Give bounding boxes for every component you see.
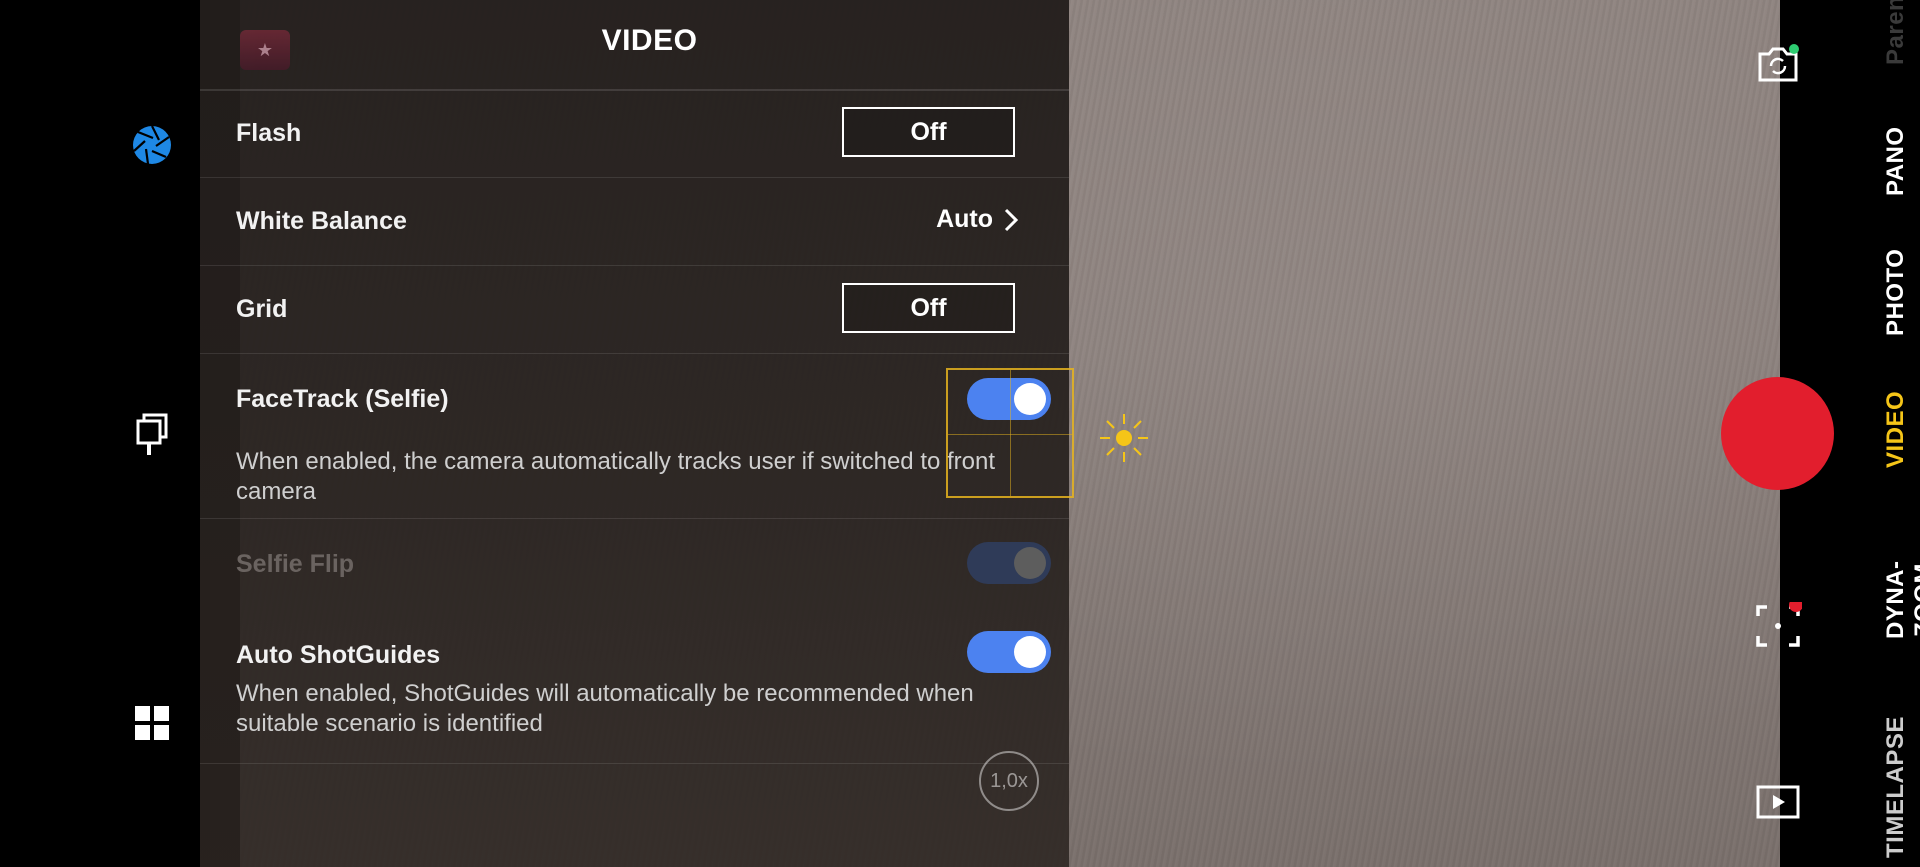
- grid-apps-icon[interactable]: [128, 699, 176, 747]
- selfie-stick-icon[interactable]: [128, 410, 176, 458]
- grid-label: Grid: [236, 295, 288, 323]
- scene-detect-icon[interactable]: [1754, 602, 1802, 650]
- white-balance-value-text: Auto: [936, 205, 993, 233]
- panel-header: ★ VIDEO: [200, 0, 1069, 91]
- facetrack-description: When enabled, the camera automatically t…: [236, 448, 996, 505]
- mode-video[interactable]: VIDEO: [1882, 391, 1910, 468]
- aperture-icon[interactable]: [128, 121, 176, 169]
- zoom-level-badge[interactable]: 1,0x: [979, 751, 1039, 811]
- facetrack-label: FaceTrack (Selfie): [236, 385, 449, 413]
- left-control-rail: [0, 0, 200, 867]
- white-balance-value[interactable]: Auto: [936, 205, 1019, 234]
- switch-camera-icon[interactable]: [1754, 40, 1802, 88]
- video-settings-panel: ★ VIDEO Flash Off White Balance Auto Gri…: [200, 0, 1069, 867]
- gallery-play-icon[interactable]: [1754, 779, 1802, 827]
- mode-paren[interactable]: Paren: [1882, 0, 1910, 65]
- mode-timelapse[interactable]: TIMELAPSE: [1882, 716, 1910, 858]
- panel-title: VIDEO: [601, 24, 698, 57]
- setting-row-facetrack: FaceTrack (Selfie) When enabled, the cam…: [200, 353, 1069, 519]
- setting-row-grid: Grid Off: [200, 265, 1069, 354]
- selfie-flip-toggle: [967, 542, 1051, 584]
- flash-label: Flash: [236, 119, 302, 147]
- focus-frame[interactable]: [946, 368, 1074, 498]
- flash-button[interactable]: Off: [842, 107, 1015, 157]
- setting-row-white-balance[interactable]: White Balance Auto: [200, 177, 1069, 266]
- white-balance-label: White Balance: [236, 207, 407, 235]
- mode-dyna-zoom[interactable]: DYNA-ZOOM: [1882, 530, 1920, 670]
- setting-row-selfie-flip: Selfie Flip: [200, 518, 1069, 609]
- chevron-right-icon: [1004, 208, 1019, 231]
- auto-shotguides-label: Auto ShotGuides: [236, 641, 441, 669]
- auto-shotguides-toggle[interactable]: [967, 631, 1051, 673]
- selfie-flip-label: Selfie Flip: [236, 550, 355, 578]
- grid-button[interactable]: Off: [842, 283, 1015, 333]
- auto-shotguides-description: When enabled, ShotGuides will automatica…: [236, 680, 974, 737]
- exposure-sun-icon[interactable]: [1096, 410, 1152, 466]
- record-button[interactable]: [1721, 377, 1834, 490]
- setting-row-auto-shotguides: Auto ShotGuides When enabled, ShotGuides…: [200, 609, 1069, 764]
- mode-photo[interactable]: PHOTO: [1882, 249, 1910, 336]
- setting-row-flash: Flash Off: [200, 89, 1069, 178]
- mode-pano[interactable]: PANO: [1882, 126, 1910, 196]
